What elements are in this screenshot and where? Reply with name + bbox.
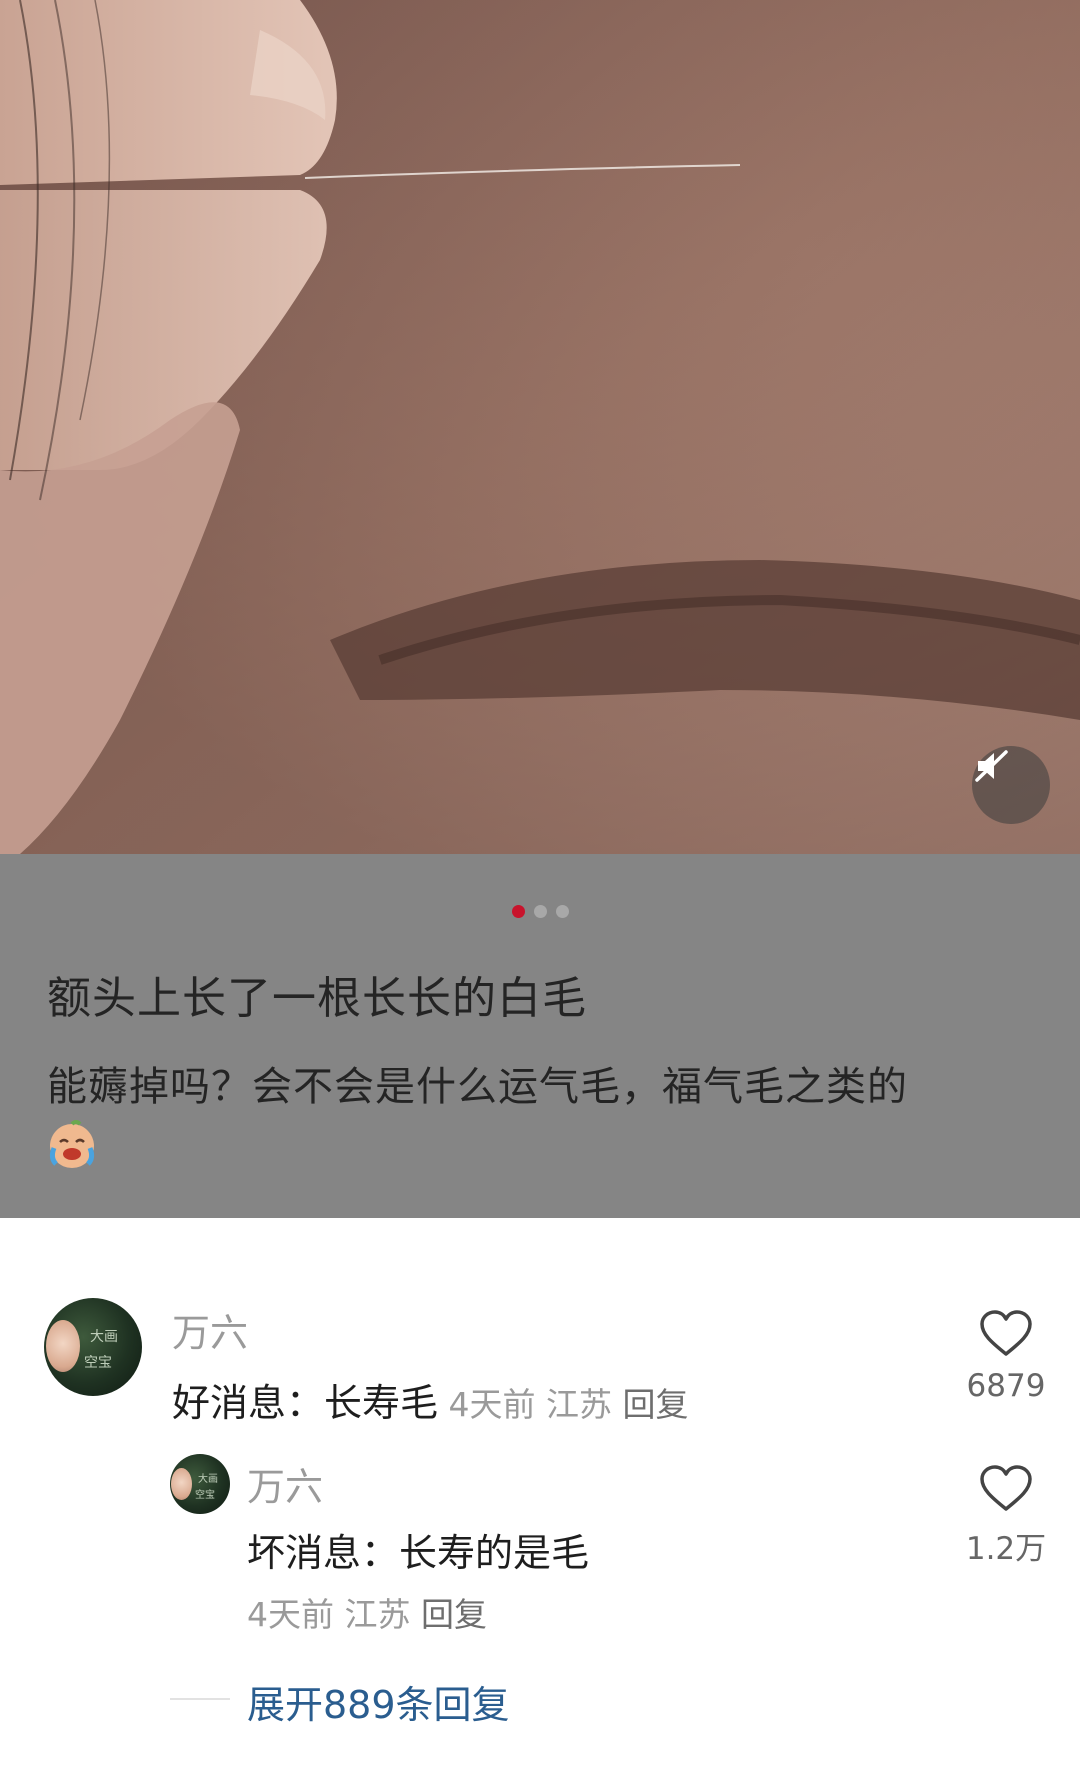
like-button[interactable]: 1.2万 [956,1465,1056,1568]
carousel-dot-active[interactable] [511,905,525,918]
post-photo[interactable] [0,0,1080,854]
post-title: 额头上长了一根长长的白毛 [47,973,587,1024]
comment-text: 好消息：长寿毛 [172,1381,439,1425]
cry-laugh-emoji [49,1120,95,1168]
post-detail-page: 额头上长了一根长长的白毛 能薅掉吗？会不会是什么运气毛，福气毛之类的 大画 空宝… [0,0,1080,1770]
avatar[interactable]: 大画 空宝 [44,1298,142,1396]
like-button[interactable]: 6879 [956,1310,1056,1404]
comment-location: 江苏 [546,1385,613,1424]
forehead-photo-illustration [0,0,1080,854]
heart-icon [980,1465,1032,1511]
comment-time: 4天前 [448,1385,536,1424]
reply-location: 江苏 [344,1595,411,1634]
avatar[interactable]: 大画 空宝 [170,1454,230,1514]
like-count: 1.2万 [965,1531,1047,1567]
reply-time: 4天前 [247,1595,334,1634]
mute-button[interactable] [972,746,1050,824]
reply-username[interactable]: 万六 [247,1456,323,1511]
reply-meta: 4天前 江苏 回复 [247,1588,487,1636]
like-count: 6879 [966,1368,1046,1404]
comment-content: 好消息：长寿毛 4天前 江苏 回复 [172,1372,689,1427]
reply-button[interactable]: 回复 [623,1385,689,1424]
reply-text: 坏消息：长寿的是毛 [247,1531,590,1575]
reply-button[interactable]: 回复 [421,1595,487,1634]
carousel-dot[interactable] [533,905,547,918]
heart-icon [980,1310,1032,1356]
divider [170,1698,230,1700]
carousel-indicator [0,905,1080,918]
post-body-text: 能薅掉吗？会不会是什么运气毛，福气毛之类的 [47,1064,908,1110]
expand-replies-button[interactable]: 展开889条回复 [247,1674,510,1729]
mute-speaker-icon [975,750,1008,782]
carousel-dot[interactable] [555,905,569,918]
comment-username[interactable]: 万六 [172,1302,248,1357]
